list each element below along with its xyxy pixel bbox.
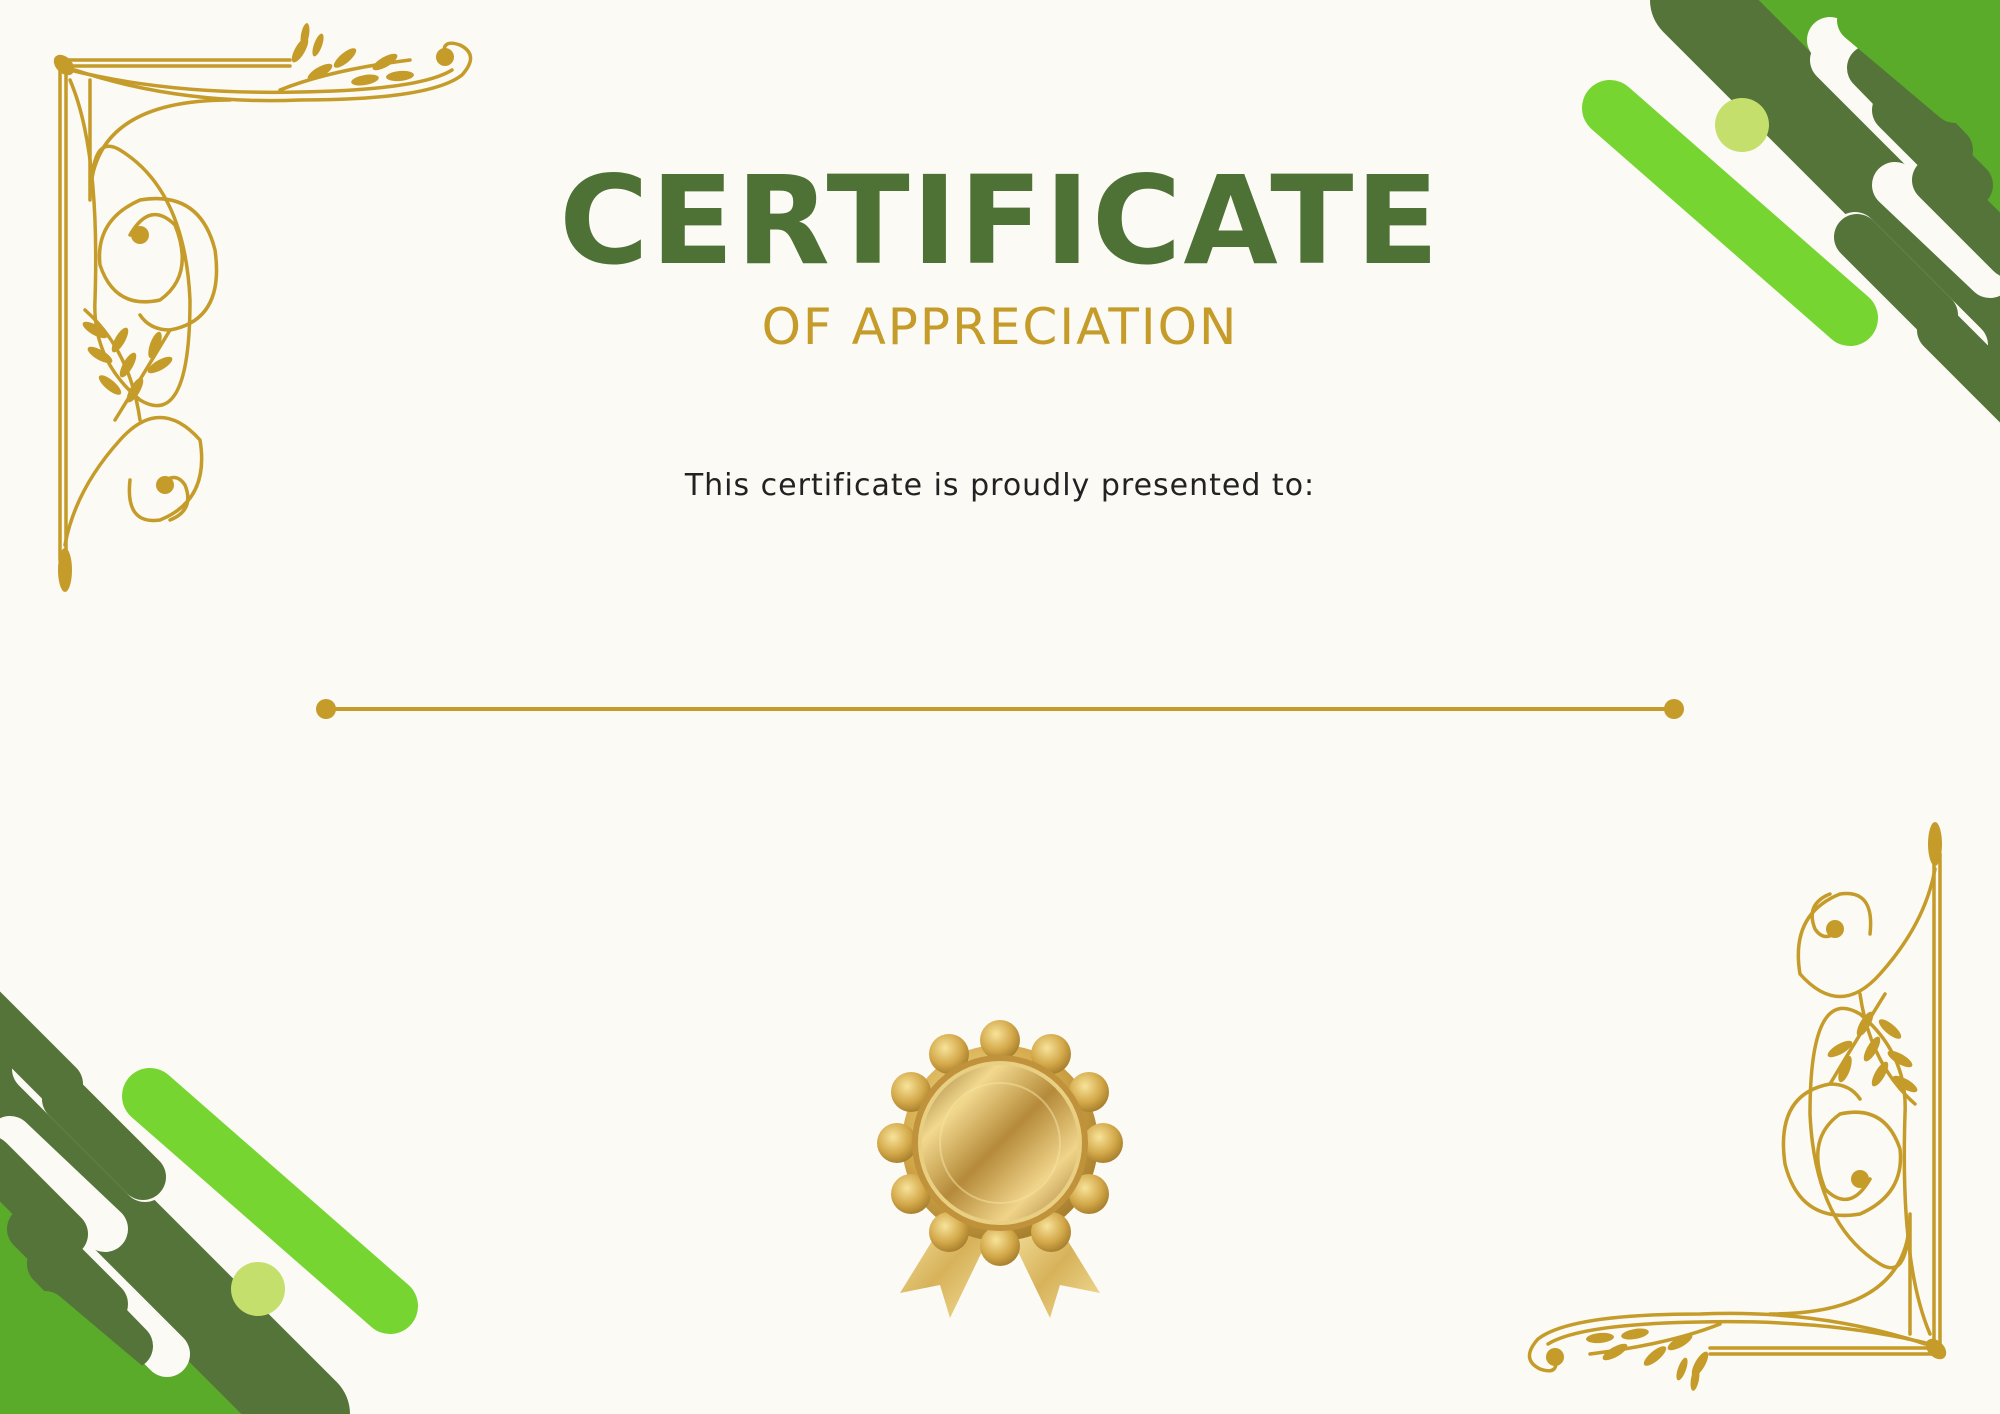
gold-seal-medal-icon [877, 1020, 1123, 1318]
certificate-page: CERTIFICATE OF APPRECIATION This certifi… [0, 0, 2000, 1414]
